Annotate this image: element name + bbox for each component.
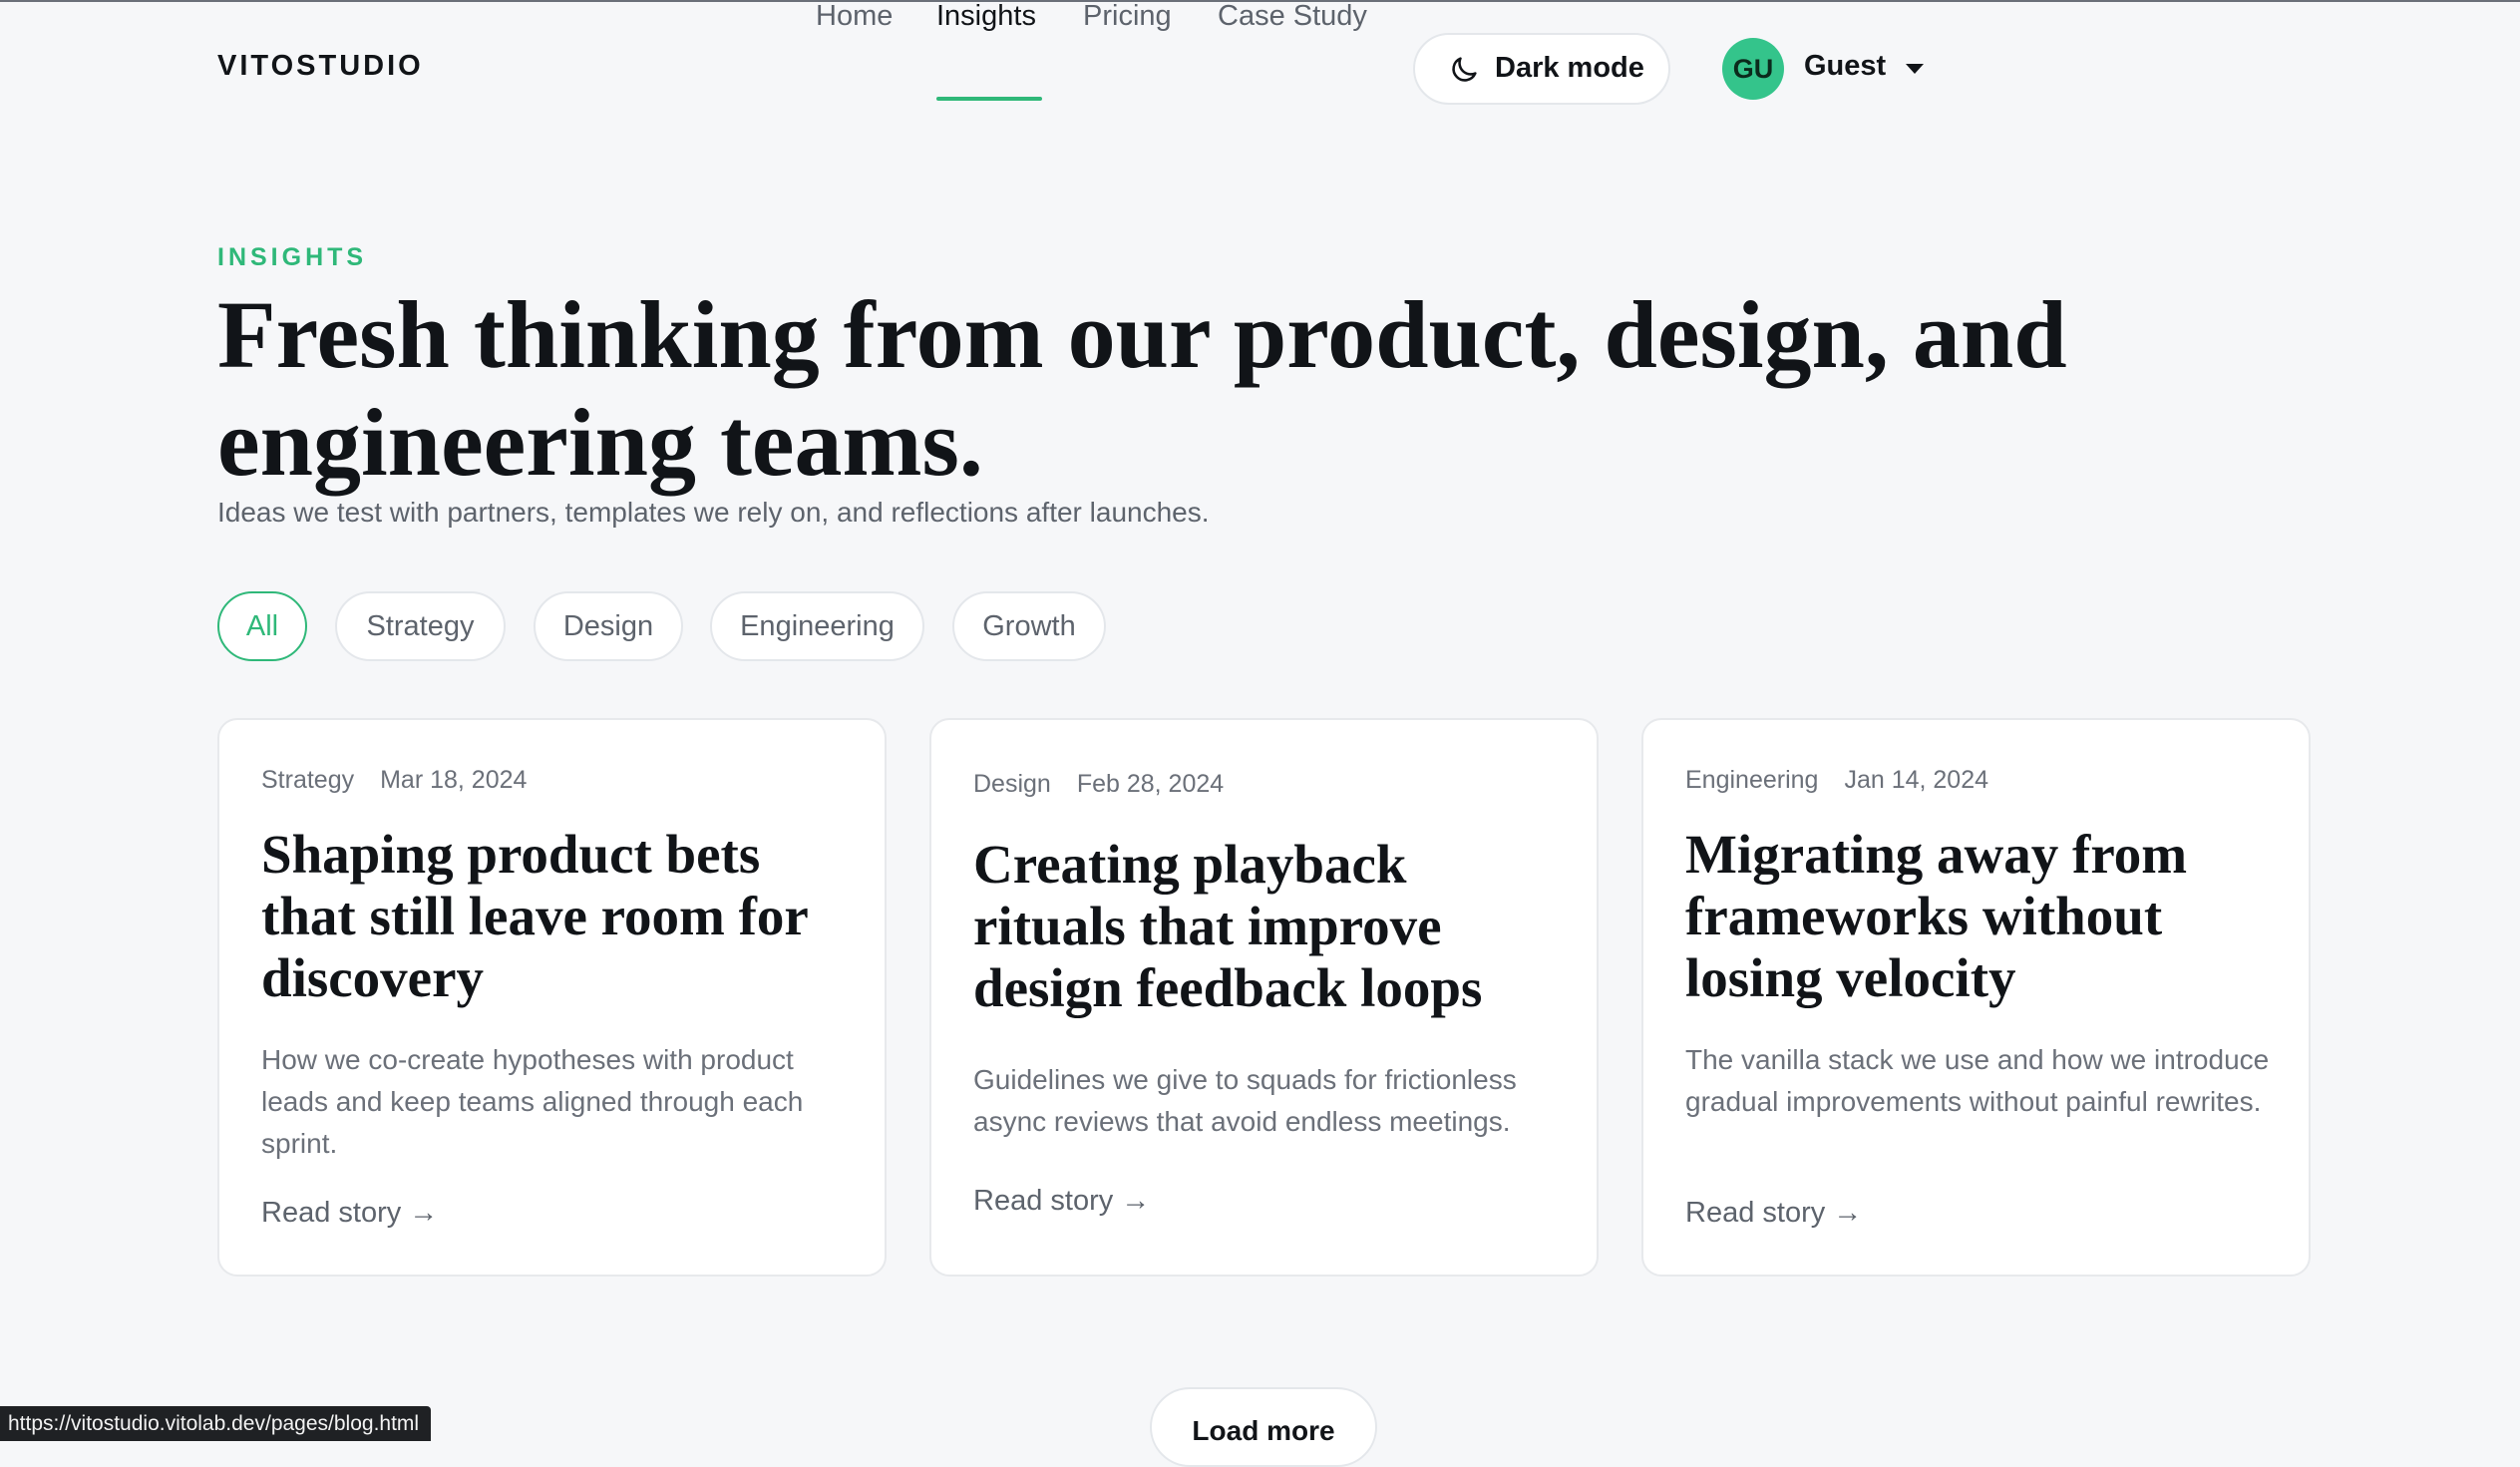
post-date: Mar 18, 2024 xyxy=(380,766,528,794)
read-story-link[interactable]: Read story → xyxy=(973,1185,1150,1218)
post-category: Design xyxy=(973,770,1051,798)
dark-mode-label: Dark mode xyxy=(1495,52,1644,84)
avatar[interactable]: GU xyxy=(1722,38,1784,100)
post-excerpt: Guidelines we give to squads for frictio… xyxy=(973,1064,1517,1137)
filter-chip-strategy[interactable]: Strategy xyxy=(335,591,506,661)
status-bar-url: https://vitostudio.vitolab.dev/pages/blo… xyxy=(0,1406,432,1441)
nav-active-indicator xyxy=(936,97,1042,101)
read-story-link[interactable]: Read story → xyxy=(1685,1197,1862,1230)
filter-chip-design[interactable]: Design xyxy=(534,591,683,661)
post-title[interactable]: Migrating away from frameworks without l… xyxy=(1685,824,2284,1009)
post-card[interactable]: Engineering Jan 14, 2024 Migrating away f… xyxy=(1641,718,2311,1277)
dark-mode-toggle-button[interactable]: Dark mode xyxy=(1413,33,1670,105)
user-name[interactable]: Guest xyxy=(1804,50,1886,83)
post-category: Strategy xyxy=(261,766,355,794)
filter-chip-all[interactable]: All xyxy=(217,591,307,661)
nav-item-home[interactable]: Home xyxy=(816,0,893,33)
filter-chip-engineering[interactable]: Engineering xyxy=(710,591,924,661)
read-story-link[interactable]: Read story → xyxy=(261,1197,438,1230)
post-card[interactable]: Design Feb 28, 2024 Creating playback rit… xyxy=(929,718,1599,1277)
page-title: Fresh thinking from our product, design,… xyxy=(217,281,2067,496)
post-meta: Strategy Mar 18, 2024 xyxy=(261,766,527,795)
post-card[interactable]: Strategy Mar 18, 2024 Shaping product bet… xyxy=(217,718,887,1277)
post-category: Engineering xyxy=(1685,766,1819,794)
post-title[interactable]: Creating playback rituals that improve d… xyxy=(973,834,1572,1019)
post-excerpt: How we co-create hypotheses with product… xyxy=(261,1044,804,1159)
load-more-button[interactable]: Load more xyxy=(1150,1387,1377,1467)
chevron-down-icon[interactable] xyxy=(1906,64,1924,74)
page-subtitle: Ideas we test with partners, templates w… xyxy=(217,497,1210,528)
post-meta: Design Feb 28, 2024 xyxy=(973,770,1224,799)
brand-logo[interactable]: VITOSTUDIO xyxy=(217,50,424,83)
post-date: Feb 28, 2024 xyxy=(1076,770,1225,798)
nav-item-insights[interactable]: Insights xyxy=(936,0,1036,33)
moon-icon xyxy=(1447,53,1481,87)
post-title[interactable]: Shaping product bets that still leave ro… xyxy=(261,824,860,1009)
post-meta: Engineering Jan 14, 2024 xyxy=(1685,766,1988,795)
nav-item-pricing[interactable]: Pricing xyxy=(1083,0,1172,33)
post-excerpt: The vanilla stack we use and how we intr… xyxy=(1685,1044,2270,1117)
post-date: Jan 14, 2024 xyxy=(1844,766,1989,794)
section-eyebrow: INSIGHTS xyxy=(217,243,368,271)
nav-item-case-study[interactable]: Case Study xyxy=(1218,0,1367,33)
filter-chip-growth[interactable]: Growth xyxy=(952,591,1106,661)
